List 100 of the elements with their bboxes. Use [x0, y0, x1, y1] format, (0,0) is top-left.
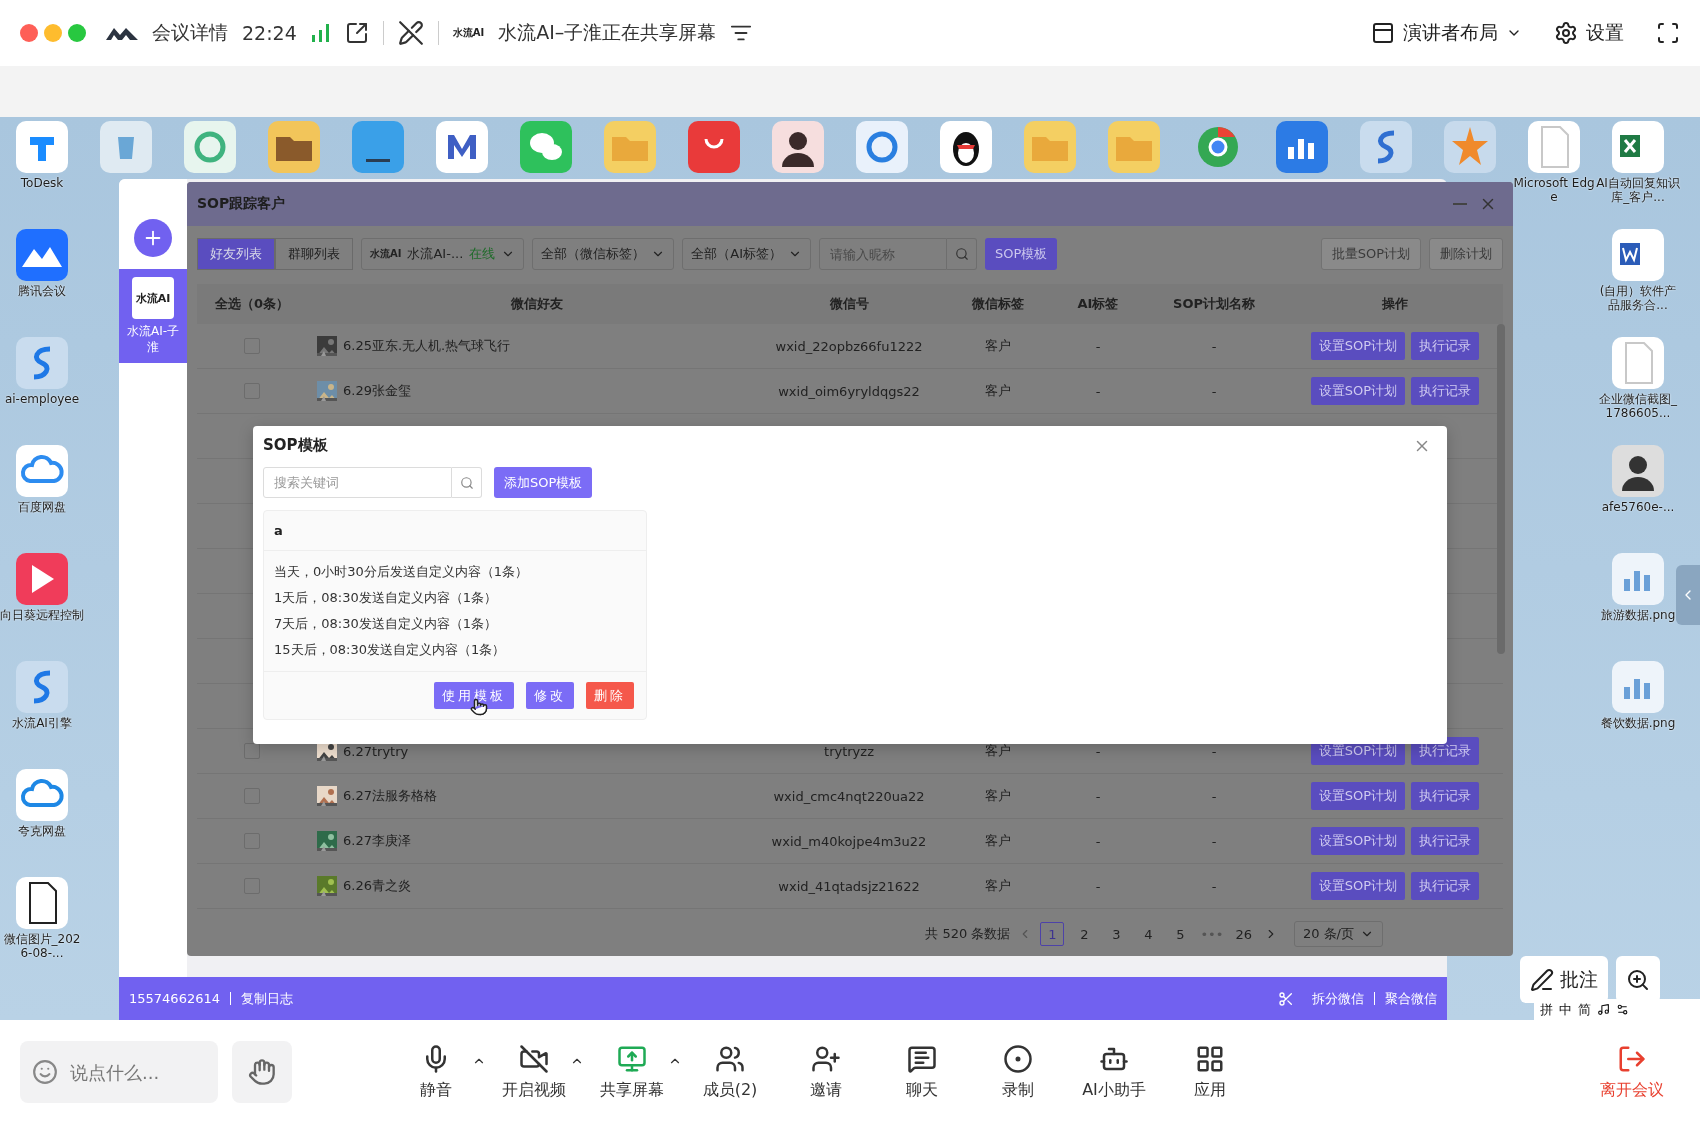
- column-header: 微信标签: [971, 295, 1025, 313]
- row-action-button[interactable]: 设置SOP计划: [1310, 782, 1406, 810]
- settings-button[interactable]: 设置: [1554, 20, 1624, 46]
- wechat-tag: 客户: [931, 742, 1065, 760]
- template-action-button[interactable]: 修改: [526, 682, 574, 709]
- ring-icon[interactable]: [184, 121, 236, 173]
- person-icon[interactable]: [1612, 445, 1664, 497]
- collapse-handle[interactable]: [1676, 565, 1700, 625]
- chat-bubble-icon[interactable]: [520, 121, 572, 173]
- bars-icon[interactable]: [436, 121, 488, 173]
- penguin-icon[interactable]: [940, 121, 992, 173]
- row-action-button[interactable]: 执行记录: [1411, 872, 1480, 900]
- ai-tag-select[interactable]: 全部（AI标签）: [682, 238, 812, 270]
- note-icon[interactable]: [1597, 1003, 1610, 1016]
- copy-log-link[interactable]: 复制日志: [241, 989, 293, 1008]
- search-button[interactable]: [947, 238, 978, 270]
- close-window-button[interactable]: [20, 24, 38, 42]
- friend-name: 6.27李庚泽: [343, 832, 411, 850]
- split-wechat-link[interactable]: 拆分微信: [1312, 989, 1364, 1008]
- keyword-search-field[interactable]: 搜索关键词: [263, 467, 452, 498]
- leave-meeting-button[interactable]: 离开会议: [1584, 1043, 1680, 1101]
- meeting-details-link[interactable]: 会议详情: [152, 20, 228, 46]
- input-method-key[interactable]: 中: [1559, 1000, 1572, 1019]
- sop-template-button[interactable]: SOP模板: [985, 238, 1058, 270]
- row-action-button[interactable]: 执行记录: [1411, 332, 1480, 360]
- ai-tag: -: [1065, 878, 1131, 894]
- folder-icon[interactable]: [268, 121, 320, 173]
- add-account-button[interactable]: [134, 219, 172, 257]
- desktop-icon-label: 百度网盘: [17, 500, 67, 514]
- ring-icon[interactable]: [856, 121, 908, 173]
- pen-off-icon[interactable]: [397, 20, 424, 46]
- input-method-key[interactable]: 简: [1578, 1000, 1591, 1019]
- toolbar-button[interactable]: AI小助手: [1066, 1043, 1162, 1101]
- layout-dropdown[interactable]: 演讲者布局: [1371, 20, 1522, 46]
- cloud-icon[interactable]: [16, 769, 68, 821]
- page-button[interactable]: 5: [1168, 922, 1193, 946]
- layout-icon: [1371, 21, 1395, 45]
- merge-wechat-link[interactable]: 聚合微信: [1385, 989, 1437, 1008]
- swirl-icon[interactable]: [1360, 121, 1412, 173]
- column-header[interactable]: 全选（0条）: [197, 295, 307, 313]
- chart-thumbnail-icon[interactable]: [1612, 661, 1664, 713]
- toolbar-button[interactable]: 开启视频: [486, 1043, 582, 1101]
- row-action-button[interactable]: 设置SOP计划: [1310, 827, 1406, 855]
- account-item[interactable]: 水流AI 水流AI-子淮: [119, 269, 187, 363]
- chat-input-field[interactable]: 说点什么...: [68, 1060, 198, 1084]
- document-icon[interactable]: [1612, 229, 1664, 281]
- play-icon[interactable]: [16, 553, 68, 605]
- fullscreen-button[interactable]: [1656, 21, 1680, 45]
- scissors-icon[interactable]: [1278, 990, 1294, 1007]
- row-action-button[interactable]: 执行记录: [1411, 377, 1480, 405]
- page-button[interactable]: 1: [1040, 922, 1065, 946]
- image-file-icon[interactable]: [16, 877, 68, 929]
- row-action-button[interactable]: 设置SOP计划: [1310, 332, 1406, 360]
- toolbar-button[interactable]: 成员(2): [682, 1043, 778, 1101]
- toolbar-button[interactable]: 共享屏幕: [584, 1043, 680, 1101]
- swirl-icon[interactable]: [16, 661, 68, 713]
- column-header: SOP计划名称: [1172, 295, 1256, 313]
- person-icon[interactable]: [772, 121, 824, 173]
- zoom-window-button[interactable]: [68, 24, 86, 42]
- account-select[interactable]: 水流AI 水流AI-... 在线: [361, 238, 525, 270]
- input-method-key[interactable]: 拼: [1540, 1000, 1553, 1019]
- sop-plan-name: -: [1210, 338, 1218, 354]
- template-step: 当天，0小时30分后发送自定义内容（1条）: [274, 563, 636, 581]
- wechat-tag: 客户: [931, 877, 1065, 895]
- row-checkbox[interactable]: [244, 743, 260, 759]
- spreadsheet-icon[interactable]: [1612, 121, 1664, 173]
- list-tab[interactable]: 群聊列表: [275, 238, 353, 270]
- chart-icon[interactable]: [1276, 121, 1328, 173]
- page-button[interactable]: 26: [1231, 922, 1256, 946]
- page-button[interactable]: 2: [1072, 922, 1097, 946]
- toolbar-button[interactable]: 应用: [1162, 1043, 1258, 1101]
- template-action-button[interactable]: 删除: [586, 682, 634, 709]
- ai-tag: -: [1065, 338, 1131, 354]
- tile-icon[interactable]: [16, 121, 68, 173]
- cloud-icon[interactable]: [16, 445, 68, 497]
- swirl-icon[interactable]: [16, 337, 68, 389]
- row-action-button[interactable]: 执行记录: [1411, 827, 1480, 855]
- chart-thumbnail-icon[interactable]: [1612, 553, 1664, 605]
- row-action-button[interactable]: 设置SOP计划: [1310, 377, 1406, 405]
- toolbar-button[interactable]: 邀请: [778, 1043, 874, 1101]
- list-tab[interactable]: 好友列表: [197, 238, 275, 270]
- template-action-button[interactable]: 使用模板: [434, 682, 514, 709]
- external-link-icon[interactable]: [344, 21, 369, 45]
- row-action-button[interactable]: 执行记录: [1411, 782, 1480, 810]
- bin-icon[interactable]: [100, 121, 152, 173]
- smiley-icon[interactable]: [32, 1059, 58, 1085]
- wechat-tag-select[interactable]: 全部（微信标签）: [532, 238, 675, 270]
- toolbar-button[interactable]: 录制: [970, 1043, 1066, 1101]
- toolbar-button[interactable]: 聊天: [874, 1043, 970, 1101]
- toolbar-button[interactable]: 静音: [388, 1043, 484, 1101]
- template-step: 1天后，08:30发送自定义内容（1条）: [274, 589, 636, 607]
- annotate-button[interactable]: 批注: [1520, 956, 1608, 1003]
- row-action-button[interactable]: 设置SOP计划: [1310, 872, 1406, 900]
- friend-name: 6.25亚东.无人机.热气球飞行: [343, 337, 511, 355]
- page-button[interactable]: 4: [1136, 922, 1161, 946]
- mountain-icon[interactable]: [16, 229, 68, 281]
- raise-hand-button[interactable]: [232, 1041, 292, 1103]
- page-size-select[interactable]: 20 条/页: [1293, 921, 1383, 947]
- page-button[interactable]: 3: [1104, 922, 1129, 946]
- add-template-button[interactable]: 添加SOP模板: [494, 467, 593, 498]
